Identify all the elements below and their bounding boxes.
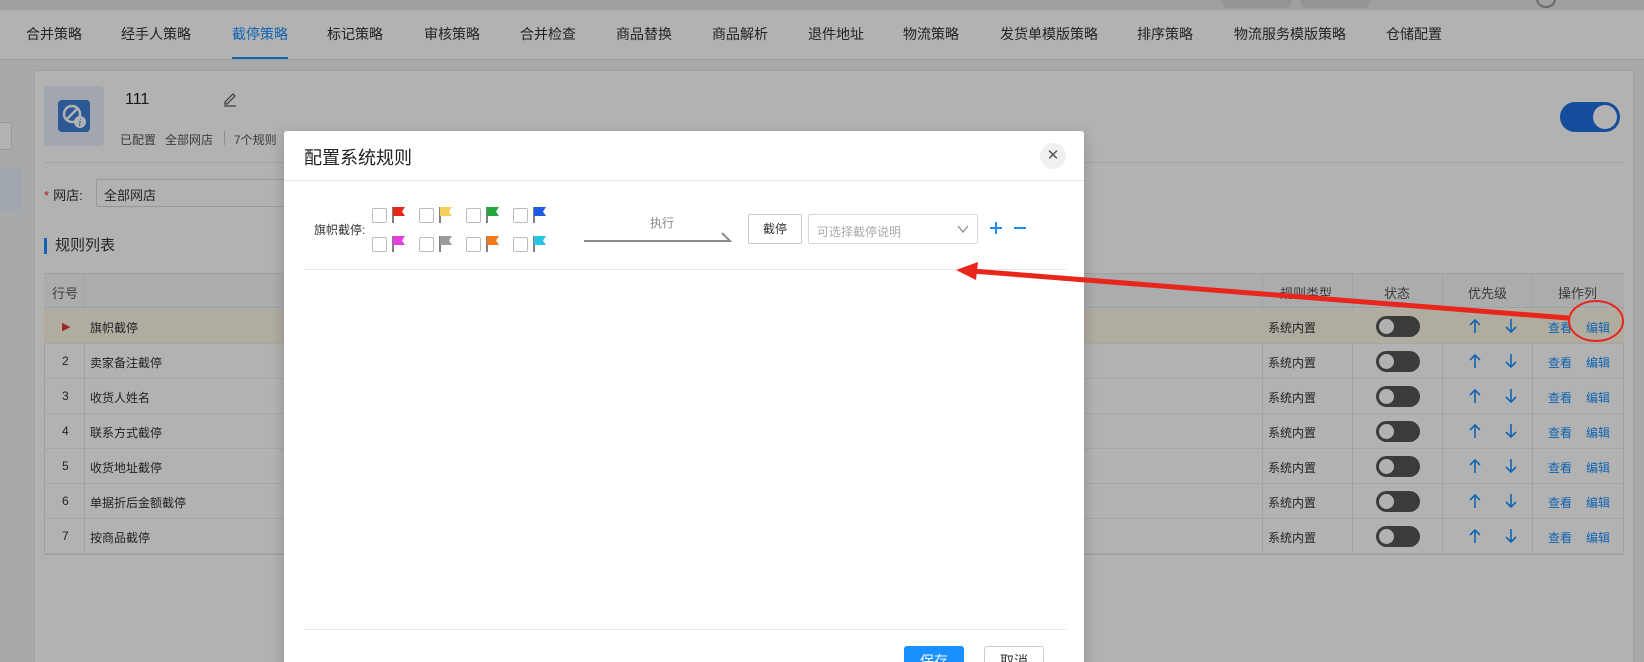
flag-checkbox-purple[interactable] <box>372 234 416 254</box>
intercept-reason-select[interactable]: 可选择截停说明 <box>808 214 978 244</box>
checkbox[interactable] <box>513 208 528 223</box>
checkbox[interactable] <box>419 208 434 223</box>
modal-footer-divider <box>304 629 1066 630</box>
checkbox[interactable] <box>419 237 434 252</box>
checkbox[interactable] <box>466 208 481 223</box>
checkbox[interactable] <box>466 237 481 252</box>
gray-flag-icon <box>439 236 452 252</box>
flag-checkbox-orange[interactable] <box>466 234 510 254</box>
cancel-button[interactable]: 取消 <box>984 646 1044 662</box>
checkbox[interactable] <box>513 237 528 252</box>
blue-flag-icon <box>533 207 546 223</box>
purple-flag-icon <box>392 236 405 252</box>
chevron-down-icon <box>957 225 969 234</box>
green-flag-icon <box>486 207 499 223</box>
flag-checkbox-red[interactable] <box>372 205 416 225</box>
minus-icon[interactable] <box>1011 219 1029 237</box>
cyan-flag-icon <box>533 236 546 252</box>
flag-checkbox-blue[interactable] <box>513 205 557 225</box>
flag-intercept-label: 旗帜截停: <box>314 223 366 237</box>
checkbox[interactable] <box>372 237 387 252</box>
flag-checkbox-yellow[interactable] <box>419 205 463 225</box>
flag-checkbox-gray[interactable] <box>419 234 463 254</box>
intercept-button[interactable]: 截停 <box>748 214 802 244</box>
red-flag-icon <box>392 207 405 223</box>
modal-divider <box>304 269 1066 270</box>
flag-checkbox-cyan[interactable] <box>513 234 557 254</box>
flag-checkbox-green[interactable] <box>466 205 510 225</box>
close-icon[interactable]: ✕ <box>1040 143 1066 169</box>
reason-placeholder: 可选择截停说明 <box>817 225 902 239</box>
execute-arrow-icon <box>584 232 733 242</box>
yellow-flag-icon <box>439 207 452 223</box>
plus-icon[interactable] <box>987 219 1005 237</box>
modal-title: 配置系统规则 <box>304 148 412 168</box>
orange-flag-icon <box>486 236 499 252</box>
configure-rule-modal: 配置系统规则 ✕ 旗帜截停: 执行 截停 可选择截停说明 保存 取消 <box>284 131 1084 662</box>
save-button[interactable]: 保存 <box>904 646 964 662</box>
modal-header: 配置系统规则 ✕ <box>284 131 1084 181</box>
checkbox[interactable] <box>372 208 387 223</box>
